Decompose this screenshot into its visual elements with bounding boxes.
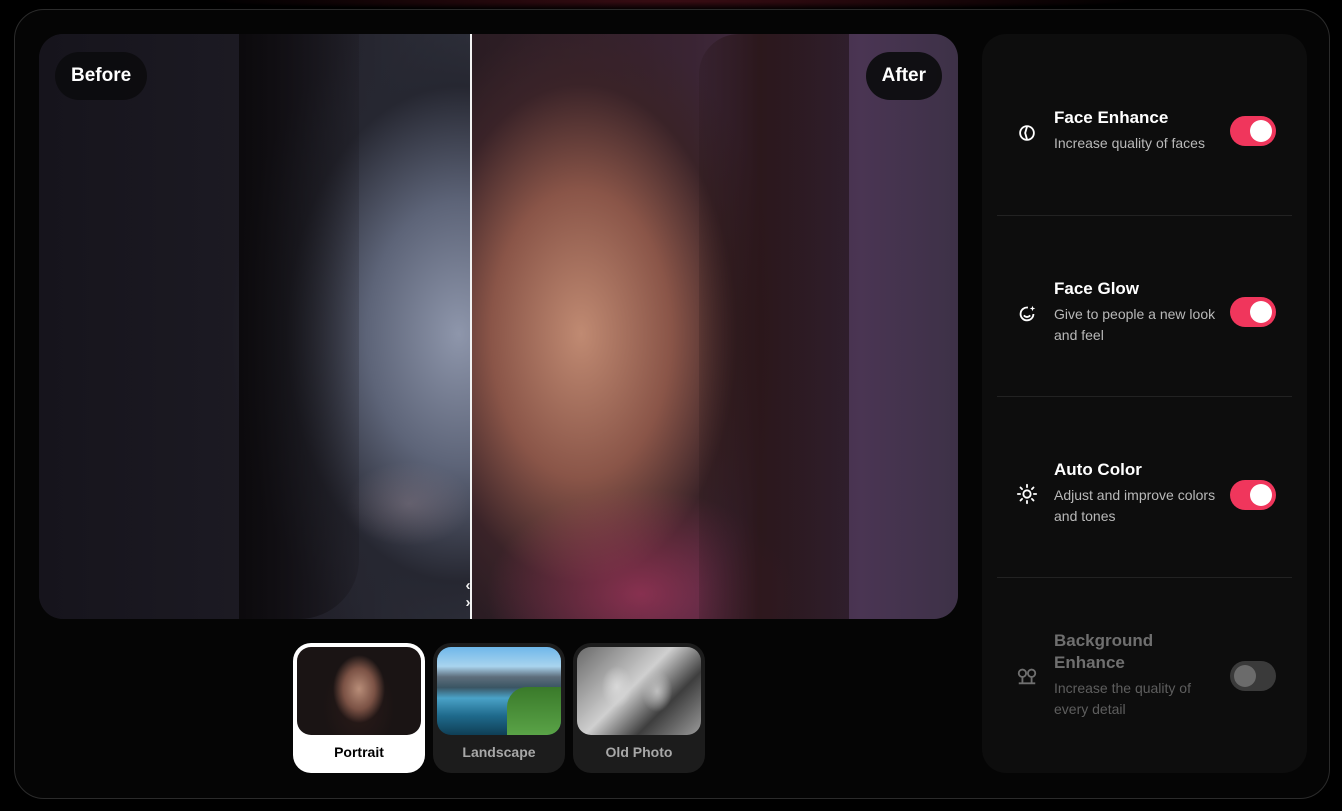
- option-face-enhance: Face Enhance Increase quality of faces: [997, 34, 1292, 216]
- option-description: Give to people a new look and feel: [1054, 306, 1216, 343]
- option-title: Face Enhance: [1054, 108, 1169, 127]
- preset-label: Old Photo: [605, 744, 673, 760]
- toggle-knob: [1250, 120, 1272, 142]
- face-glow-toggle[interactable]: [1230, 297, 1276, 327]
- landscape-thumbnail: [437, 647, 561, 735]
- preset-label: Landscape: [462, 744, 536, 760]
- option-description: Increase quality of faces: [1054, 135, 1205, 151]
- background-enhance-toggle[interactable]: [1230, 661, 1276, 691]
- preset-selector: Portrait Landscape Old Photo: [293, 643, 705, 773]
- toggle-knob: [1250, 484, 1272, 506]
- slider-handle[interactable]: ‹ ›: [455, 577, 487, 611]
- toggle-knob: [1250, 301, 1272, 323]
- preset-old-photo[interactable]: Old Photo: [573, 643, 705, 773]
- auto-color-toggle[interactable]: [1230, 480, 1276, 510]
- background-enhance-icon: [1017, 668, 1037, 685]
- face-enhance-toggle[interactable]: [1230, 116, 1276, 146]
- preset-label: Portrait: [334, 744, 384, 760]
- option-description: Increase the quality of every detail: [1054, 680, 1191, 717]
- face-glow-icon: [1019, 305, 1036, 322]
- toggle-knob: [1234, 665, 1256, 687]
- sun-icon: [1016, 483, 1038, 505]
- before-label: Before: [55, 52, 148, 100]
- after-hair-shade: [699, 34, 849, 619]
- old-photo-thumbnail: [577, 647, 701, 735]
- option-title: Face Glow: [1054, 279, 1140, 298]
- option-description: Adjust and improve colors and tones: [1054, 487, 1216, 524]
- portrait-thumbnail: [297, 647, 421, 735]
- preset-landscape[interactable]: Landscape: [433, 643, 565, 773]
- option-background-enhance: Background Enhance Increase the quality …: [997, 577, 1292, 758]
- option-title: Background Enhance: [1054, 631, 1154, 672]
- comparison-divider[interactable]: [470, 34, 472, 619]
- option-face-glow: Face Glow Give to people a new look and …: [997, 215, 1292, 397]
- before-after-comparison[interactable]: ‹ › Before After: [39, 34, 958, 619]
- option-title: Auto Color: [1054, 460, 1142, 479]
- after-label: After: [865, 52, 942, 100]
- option-auto-color: Auto Color Adjust and improve colors and…: [997, 396, 1292, 578]
- face-enhance-icon: [1019, 125, 1035, 141]
- preset-portrait[interactable]: Portrait: [293, 643, 425, 773]
- settings-panel: Face Enhance Increase quality of faces F…: [982, 34, 1307, 773]
- before-hair-shade: [239, 34, 359, 619]
